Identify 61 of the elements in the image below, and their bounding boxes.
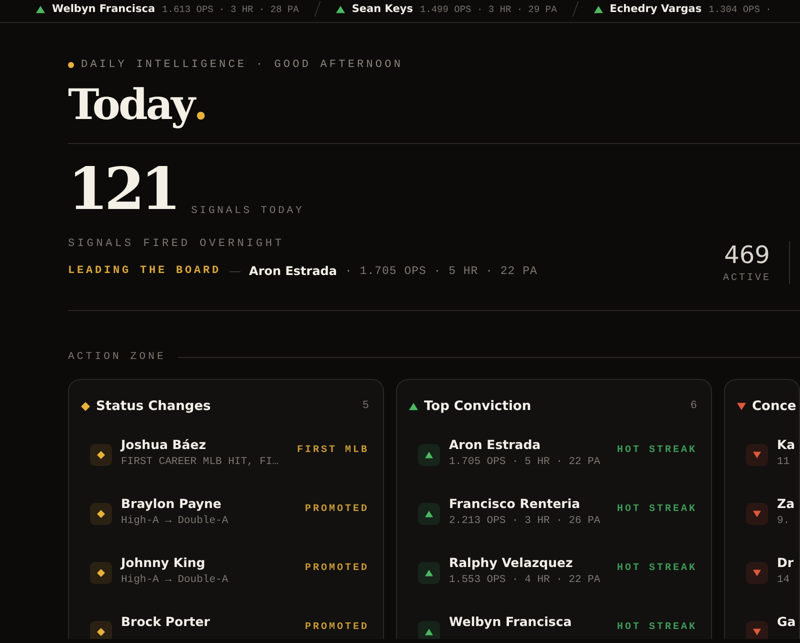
player-detail: 14 — [777, 574, 790, 586]
player-detail: 2.213 OPS · 3 HR · 26 PA — [449, 515, 600, 527]
signal-tag: PROMOTED — [304, 563, 369, 574]
leader-label: LEADING THE BOARD — [68, 265, 222, 277]
player-name[interactable]: Joshua Báez — [121, 437, 206, 452]
card-title: Top Conviction — [424, 398, 532, 414]
item-count: 5 — [362, 400, 369, 412]
player-name[interactable]: Ka — [777, 437, 796, 452]
status-dot — [68, 62, 74, 68]
player-detail: 11 — [777, 456, 790, 468]
signal-count: 121 — [68, 160, 178, 218]
signal-tag: PROMOTED — [304, 504, 369, 515]
player-name[interactable]: Ralphy Velazquez — [449, 555, 573, 570]
card-title: Status Changes — [96, 398, 212, 414]
triangle-up-icon — [418, 503, 440, 525]
player-name: Echedry Vargas — [610, 3, 702, 15]
signal-tag: PROMOTED — [304, 622, 369, 633]
triangle-up-icon — [418, 444, 440, 466]
player-name[interactable]: Za — [777, 496, 794, 511]
leader-dash: — — [229, 264, 242, 278]
player-detail: 1.553 OPS · 4 HR · 22 PA — [449, 574, 600, 586]
signal-tag: HOT STREAK — [616, 622, 697, 633]
triangle-down-icon — [746, 503, 768, 525]
player-name[interactable]: Braylon Payne — [121, 496, 222, 511]
triangle-down-icon — [746, 562, 768, 584]
signal-tag: FIRST MLB — [296, 445, 369, 456]
triangle-up-icon — [418, 621, 440, 639]
player-stats: 1.499 OPS · 3 HR · 29 PA — [420, 4, 557, 14]
player-detail: 9. — [777, 515, 790, 527]
player-stats: 1.613 OPS · 3 HR · 28 PA — [162, 4, 299, 14]
card-title: Conce — [752, 398, 798, 414]
player-name[interactable]: Ga — [777, 614, 796, 629]
eyebrow-text: DAILY INTELLIGENCE · GOOD AFTERNOON — [81, 59, 404, 71]
player-stats: 1.304 OPS · — [708, 4, 772, 14]
player-name[interactable]: Francisco Renteria — [449, 496, 580, 511]
stat-label: ACTIVE — [722, 273, 771, 284]
signal-tag: HOT STREAK — [616, 504, 697, 515]
triangle-down-icon — [746, 621, 768, 639]
signal-tag: HOT STREAK — [616, 445, 697, 456]
player-name[interactable]: Brock Porter — [121, 614, 210, 629]
triangle-down-icon — [746, 444, 768, 466]
player-name: Sean Keys — [352, 3, 413, 15]
signal-tag: HOT STREAK — [616, 563, 697, 574]
count-label: SIGNALS TODAY — [191, 205, 304, 217]
player-detail: High-A → Double-A — [121, 515, 228, 527]
leader-name[interactable]: Aron Estrada — [249, 264, 337, 278]
player-name[interactable]: Welbyn Francisca — [449, 614, 572, 629]
player-name: Welbyn Francisca — [52, 3, 156, 15]
leader-stats: · 1.705 OPS · 5 HR · 22 PA — [344, 264, 538, 278]
player-name[interactable]: Dr — [777, 555, 794, 570]
item-count: 6 — [690, 400, 697, 412]
triangle-up-icon — [418, 562, 440, 584]
player-detail: High-A → Double-A — [121, 574, 228, 586]
player-detail: 1.705 OPS · 5 HR · 22 PA — [449, 456, 600, 468]
hero-subtitle: SIGNALS FIRED OVERNIGHT — [68, 238, 286, 250]
player-name[interactable]: Johnny King — [121, 555, 206, 570]
player-name[interactable]: Aron Estrada — [449, 437, 541, 452]
page-title: Today — [68, 80, 194, 130]
player-detail: FIRST CAREER MLB HIT, FI… — [121, 456, 279, 468]
stat-value: 469 — [724, 241, 770, 269]
section-label: ACTION ZONE — [68, 351, 166, 363]
